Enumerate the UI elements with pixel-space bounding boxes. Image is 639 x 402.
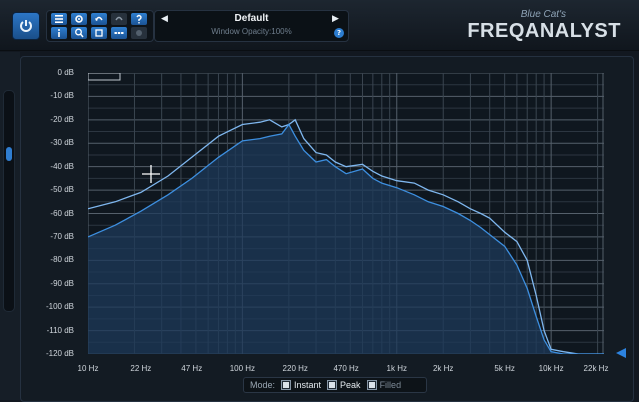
disabled-button	[131, 27, 147, 39]
instant-label: Instant	[294, 380, 322, 390]
info-button[interactable]	[51, 27, 67, 39]
filled-checkbox[interactable]	[366, 380, 377, 390]
y-tick-label: -110 dB	[46, 325, 74, 335]
window-opacity-label: Window Opacity:100%	[211, 27, 292, 36]
x-tick-label: 2k Hz	[432, 364, 454, 373]
peak-checkbox[interactable]	[327, 380, 338, 390]
copy-button[interactable]	[91, 27, 107, 39]
spectrum-chart[interactable]	[88, 73, 604, 354]
zoom-button[interactable]	[71, 27, 87, 39]
more-button[interactable]	[111, 27, 127, 39]
gear-icon	[75, 15, 83, 23]
y-tick-label: -70 dB	[50, 231, 74, 241]
y-tick-label: 0 dB	[57, 68, 74, 77]
y-tick-label: -60 dB	[50, 208, 74, 218]
x-tick-label: 470 Hz	[333, 364, 359, 373]
side-slider[interactable]	[3, 90, 15, 312]
x-tick-label: 10k Hz	[538, 364, 564, 373]
y-tick-label: -10 dB	[50, 91, 74, 101]
x-tick-label: 22 Hz	[130, 364, 152, 373]
app-window: ◀ Default ▶ Window Opacity:100% ? Blue C…	[0, 0, 639, 402]
x-tick-label: 1k Hz	[386, 364, 407, 373]
settings-button[interactable]	[71, 13, 87, 25]
magnifier-icon	[75, 28, 84, 38]
y-tick-label: -90 dB	[50, 278, 74, 288]
mode-label: Mode:	[250, 380, 276, 390]
y-tick-label: -20 dB	[50, 114, 74, 124]
filled-label: Filled	[379, 380, 402, 390]
preset-help-icon[interactable]: ?	[334, 28, 344, 38]
y-tick-label: -50 dB	[50, 185, 74, 195]
y-tick-label: -40 dB	[50, 161, 74, 171]
disabled-icon	[136, 30, 142, 36]
level-marker-icon[interactable]	[616, 348, 626, 358]
mode-bar: Mode: Instant Peak Filled	[243, 377, 427, 393]
brand-logo: FREQANALYST	[467, 20, 621, 42]
undo-icon	[95, 16, 103, 21]
help-button[interactable]	[131, 13, 147, 25]
x-tick-label: 220 Hz	[282, 364, 308, 373]
preset-selector[interactable]: ◀ Default ▶ Window Opacity:100% ?	[154, 10, 349, 42]
redo-icon	[115, 16, 123, 21]
x-tick-label: 10 Hz	[77, 364, 99, 373]
power-button[interactable]	[12, 12, 40, 40]
x-tick-label: 5k Hz	[494, 364, 515, 373]
more-icon	[114, 32, 124, 34]
mode-instant-toggle[interactable]: Instant	[281, 380, 321, 390]
instant-checkbox[interactable]	[281, 380, 292, 390]
mode-filled-toggle[interactable]: Filled	[366, 380, 402, 390]
redo-button[interactable]	[111, 13, 127, 25]
y-tick-label: -120 dB	[45, 349, 74, 358]
undo-button[interactable]	[91, 13, 107, 25]
side-slider-handle[interactable]	[6, 147, 12, 161]
x-tick-label: 47 Hz	[181, 364, 203, 373]
toolbar-icon-grid	[46, 10, 154, 42]
mode-peak-toggle[interactable]: Peak	[327, 380, 361, 390]
y-tick-label: -100 dB	[45, 302, 74, 312]
y-tick-label: -80 dB	[50, 255, 74, 265]
info-icon	[58, 29, 60, 37]
menu-icon	[55, 15, 63, 23]
copy-icon	[95, 29, 103, 37]
toolbar: ◀ Default ▶ Window Opacity:100% ? Blue C…	[0, 0, 639, 51]
peak-label: Peak	[340, 380, 361, 390]
crosshair-cursor-icon	[142, 165, 160, 183]
preset-name: Default	[234, 13, 269, 24]
x-tick-label: 100 Hz	[229, 364, 256, 373]
menu-button[interactable]	[51, 13, 67, 25]
power-icon	[20, 20, 32, 32]
spectrum-plot[interactable]	[88, 73, 604, 354]
x-tick-label: 22k Hz	[583, 364, 609, 373]
help-icon	[136, 14, 142, 24]
y-tick-label: -30 dB	[50, 138, 74, 148]
brand-vendor: Blue Cat's	[520, 9, 566, 20]
preset-next-icon[interactable]: ▶	[332, 14, 342, 24]
left-rail	[0, 52, 20, 400]
